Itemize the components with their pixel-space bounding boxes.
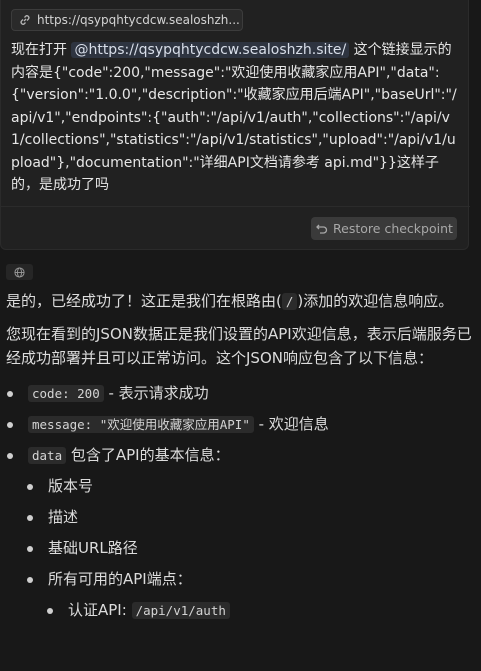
list-item: 描述 [6,502,472,533]
globe-icon [14,263,25,282]
route-code: / [281,293,298,310]
link-chip-label: https://qsypqhtycdcw.sealoshzh... [37,13,240,27]
sub-bullet-text: 所有可用的API端点： [48,570,192,588]
list-item: 所有可用的API端点： [6,564,472,595]
assistant-avatar [6,264,33,280]
link-context-chip[interactable]: https://qsypqhtycdcw.sealoshzh... [11,9,243,31]
user-message-card: https://qsypqhtycdcw.sealoshzh... 现在打开 @… [0,0,470,250]
user-text-before: 现在打开 [11,42,72,58]
endpoint-code: /api/v1/auth [131,602,230,619]
restore-checkpoint-button[interactable]: Restore checkpoint [311,217,457,240]
sub-bullet-text: 描述 [48,508,79,526]
answer-paragraph-2: 您现在看到的JSON数据正是我们设置的API欢迎信息，表示后端服务已经成功部署并… [6,325,472,367]
assistant-message: 是的，已经成功了！这正是我们在根路由(/)添加的欢迎信息响应。 您现在看到的JS… [6,289,472,626]
list-item: 基础URL路径 [6,533,472,564]
bullet-text: - 欢迎信息 [253,415,329,433]
sub-bullet-text: 版本号 [48,477,94,495]
bullet-code: data [28,447,67,464]
restore-checkpoint-label: Restore checkpoint [333,221,453,236]
card-divider [1,206,470,207]
link-icon [18,13,32,27]
answer-paragraph-1: 是的，已经成功了！这正是我们在根路由(/)添加的欢迎信息响应。 [6,289,472,314]
list-item: 版本号 [6,471,472,502]
bullet-code: message: "欢迎使用收藏家应用API" [28,416,254,433]
user-text-after: 这个链接显示的内容是{"code":200,"message":"欢迎使用收藏家… [11,42,457,193]
answer-p1-before: 是的，已经成功了！这正是我们在根路由( [6,292,282,310]
bullet-text: 包含了API的基本信息： [66,446,230,464]
list-item: 认证API: /api/v1/auth [6,595,472,626]
undo-icon [315,222,329,236]
answer-bullet-list: code: 200 - 表示请求成功 message: "欢迎使用收藏家应用AP… [6,378,472,626]
bullet-code: code: 200 [28,385,104,402]
url-mention[interactable]: @https://qsypqhtycdcw.sealoshzh.site/ [71,42,350,58]
list-item: message: "欢迎使用收藏家应用API" - 欢迎信息 [6,409,472,440]
sub-sub-bullet-text: 认证API: [68,601,132,619]
answer-p1-after: )添加的欢迎信息响应。 [297,292,454,310]
bullet-text: - 表示请求成功 [103,384,209,402]
user-message-text: 现在打开 @https://qsypqhtycdcw.sealoshzh.sit… [11,39,459,197]
list-item: data 包含了API的基本信息： [6,440,472,471]
sub-bullet-text: 基础URL路径 [48,539,138,557]
list-item: code: 200 - 表示请求成功 [6,378,472,409]
